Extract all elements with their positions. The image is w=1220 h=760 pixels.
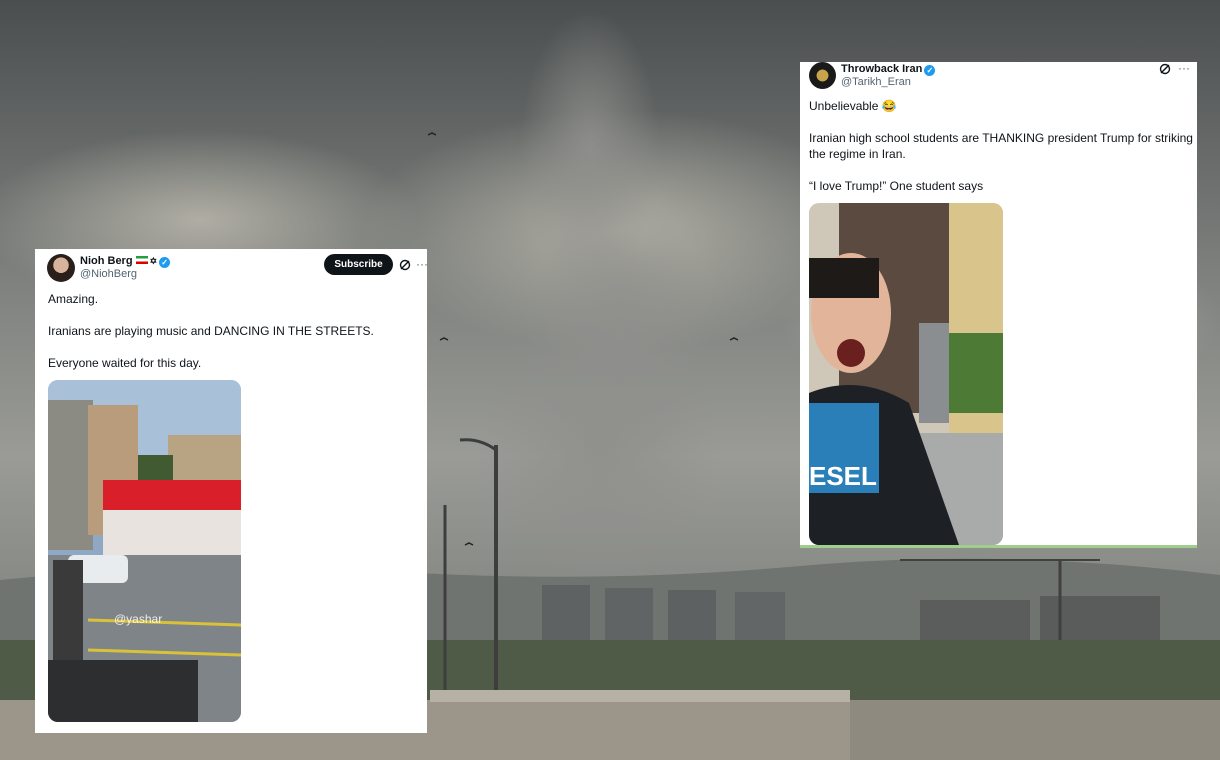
verified-badge-icon: ✓ <box>159 257 171 268</box>
tweet-text-line-3: the regime in Iran. <box>809 147 906 161</box>
tweet-card-nioh-berg[interactable]: Nioh Berg ✡ ✓ @NiohBerg Subscribe ··· Amaz… <box>35 249 428 733</box>
street-scene-thumbnail <box>48 380 241 722</box>
tweet-video-media[interactable]: ESEL <box>809 203 1003 545</box>
author-name[interactable]: Nioh Berg <box>80 255 133 267</box>
author-handle[interactable]: @NiohBerg <box>80 268 137 280</box>
tweet-text-line-2: Iranians are playing music and DANCING I… <box>48 324 374 338</box>
avatar[interactable] <box>809 62 836 89</box>
verified-badge-icon: ✓ <box>924 65 936 76</box>
author-name[interactable]: Throwback Iran <box>841 63 922 75</box>
grok-icon[interactable] <box>399 259 411 271</box>
more-options-icon[interactable]: ··· <box>1178 62 1190 74</box>
tweet-text-line-4: “I love Trump!” One student says <box>809 179 984 193</box>
subscribe-button[interactable]: Subscribe <box>324 254 393 275</box>
grok-icon[interactable] <box>1159 63 1171 75</box>
author-name-row[interactable]: Throwback Iran ✓ <box>841 63 936 76</box>
video-watermark: @yashar <box>114 612 163 626</box>
tweet-text-line-3: Everyone waited for this day. <box>48 356 202 370</box>
avatar[interactable] <box>47 254 75 282</box>
tweet-video-media[interactable]: @yashar <box>48 380 241 722</box>
tweet-text-line-2: Iranian high school students are THANKIN… <box>809 131 1193 145</box>
author-handle[interactable]: @Tarikh_Eran <box>841 76 911 88</box>
tweet-text-line-1: Unbelievable 😂 <box>809 99 897 113</box>
author-name-row[interactable]: Nioh Berg ✡ ✓ <box>80 255 171 268</box>
iran-flag-icon <box>135 256 148 264</box>
student-video-thumbnail <box>809 203 1003 545</box>
more-options-icon[interactable]: ··· <box>416 258 428 270</box>
tweet-card-throwback-iran[interactable]: Throwback Iran ✓ @Tarikh_Eran ··· Unbelie… <box>800 62 1197 548</box>
star-of-david-icon: ✡ <box>149 256 158 266</box>
tweet-text-line-1: Amazing. <box>48 292 99 306</box>
shirt-text: ESEL <box>809 461 877 491</box>
